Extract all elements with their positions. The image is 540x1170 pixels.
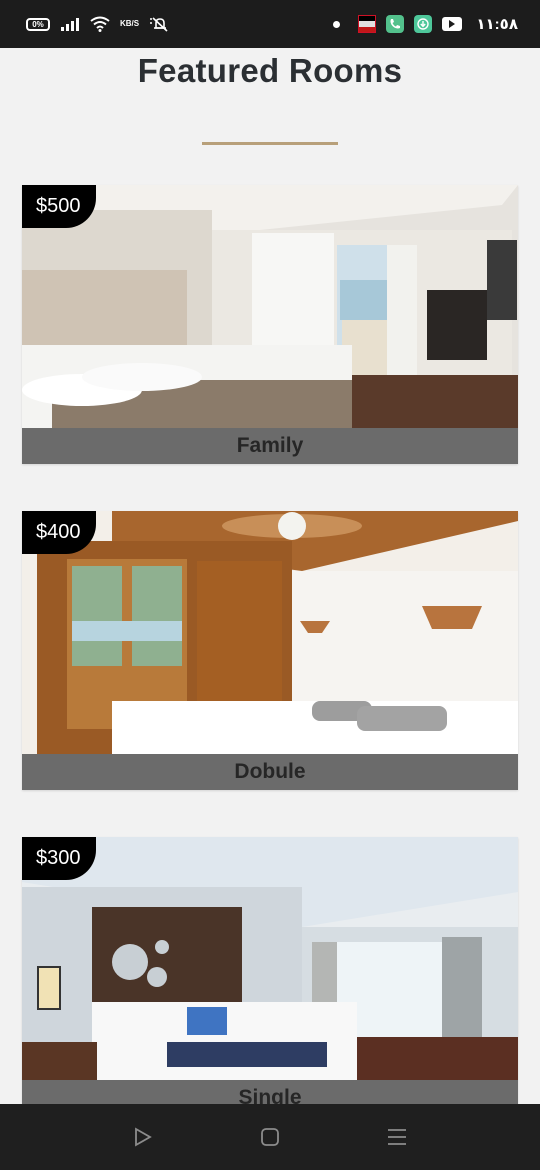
home-button[interactable] bbox=[250, 1117, 290, 1157]
room-card-single[interactable]: $300 Single bbox=[22, 837, 518, 1116]
phone-app-icon bbox=[386, 15, 405, 33]
recents-button[interactable] bbox=[377, 1117, 417, 1157]
bell-off-icon bbox=[150, 17, 168, 32]
back-button[interactable] bbox=[123, 1117, 163, 1157]
recents-menu-icon bbox=[387, 1129, 406, 1145]
room-photo-single bbox=[22, 837, 518, 1080]
signal-icon bbox=[61, 18, 79, 31]
net-speed-icon: KB/S bbox=[120, 20, 139, 28]
room-name: Dobule bbox=[22, 754, 518, 790]
flag-icon bbox=[358, 15, 377, 33]
battery-icon: 0% bbox=[26, 17, 50, 31]
wifi-icon bbox=[90, 16, 110, 32]
youtube-icon bbox=[442, 17, 463, 31]
notification-dot-icon bbox=[333, 20, 341, 28]
net-speed-label: KB/S bbox=[120, 19, 140, 28]
clock-time: ١١:٥٨ bbox=[476, 16, 518, 33]
room-photo-family bbox=[22, 185, 518, 428]
download-app-icon bbox=[414, 15, 433, 33]
room-name: Family bbox=[22, 428, 518, 464]
room-card-family[interactable]: $500 Family bbox=[22, 185, 518, 464]
back-triangle-icon bbox=[135, 1127, 153, 1147]
home-square-icon bbox=[261, 1128, 279, 1146]
page-title: Featured Rooms bbox=[137, 52, 403, 89]
title-underline bbox=[202, 142, 338, 145]
room-photo-double bbox=[22, 511, 518, 754]
status-bar: 0% KB/S ١١:٥٨ bbox=[0, 0, 540, 48]
room-card-double[interactable]: $400 Dobule bbox=[22, 511, 518, 790]
system-nav-bar bbox=[0, 1104, 540, 1170]
